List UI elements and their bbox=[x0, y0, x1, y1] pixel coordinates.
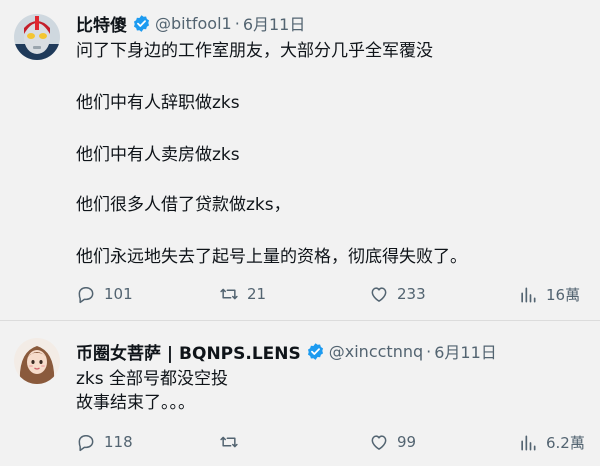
tweet-text-line: 他们中有人辞职做zks bbox=[76, 93, 240, 113]
like-count: 99 bbox=[397, 433, 417, 451]
verified-badge-icon bbox=[307, 342, 323, 360]
avatar[interactable] bbox=[14, 338, 60, 384]
tweet-date[interactable]: 6月11日 bbox=[243, 11, 306, 35]
like-button[interactable]: 99 bbox=[369, 432, 416, 452]
display-name[interactable]: 比特傻 bbox=[76, 11, 127, 36]
tweet-date[interactable]: 6月11日 bbox=[434, 339, 497, 363]
like-button[interactable]: 233 bbox=[369, 284, 426, 304]
reply-icon bbox=[78, 287, 94, 304]
reply-count: 118 bbox=[104, 433, 133, 451]
reply-button[interactable]: 101 bbox=[76, 284, 133, 304]
retweet-button[interactable]: 21 bbox=[219, 284, 266, 304]
cartoon-girl-avatar-icon bbox=[14, 338, 60, 384]
tweet-divider bbox=[0, 320, 600, 321]
avatar[interactable] bbox=[14, 14, 60, 60]
bar-chart-icon bbox=[521, 287, 536, 302]
bar-chart-icon bbox=[521, 435, 536, 450]
view-count: 6.2萬 bbox=[546, 434, 585, 452]
tweet[interactable]: 比特傻 @bitfool1 · 6月11日 问了下身边的工作室朋友，大部分几乎全… bbox=[0, 0, 600, 318]
view-count: 16萬 bbox=[546, 286, 581, 304]
display-name[interactable]: 币圈女菩萨 | BQNPS.LENS bbox=[76, 339, 301, 364]
retweet-count: 21 bbox=[247, 285, 267, 303]
heart-icon bbox=[371, 435, 387, 450]
views-button[interactable]: 16萬 bbox=[518, 284, 580, 305]
dot-separator: · bbox=[234, 13, 240, 33]
reply-count: 101 bbox=[104, 285, 133, 303]
heart-icon bbox=[371, 287, 387, 302]
tweet[interactable]: 币圈女菩萨 | BQNPS.LENS @xincctnnq · 6月11日 zk… bbox=[0, 324, 600, 466]
reply-button[interactable]: 118 bbox=[76, 432, 133, 452]
action-bar: 118 99 6.2萬 bbox=[76, 432, 586, 456]
tweet-text-line: 他们永远地失去了起号上量的资格，彻底得失败了。 bbox=[76, 247, 467, 267]
verified-badge-icon bbox=[133, 14, 150, 32]
like-count: 233 bbox=[397, 285, 426, 303]
dot-separator: · bbox=[426, 341, 432, 361]
retweet-icon bbox=[220, 288, 238, 300]
views-button[interactable]: 6.2萬 bbox=[518, 432, 585, 453]
tweet-text-line: 他们很多人借了贷款做zks， bbox=[76, 195, 291, 215]
tweet-text-line: 故事结束了。。。 bbox=[76, 393, 195, 413]
tweet-text-line: 他们中有人卖房做zks bbox=[76, 145, 240, 165]
retweet-icon bbox=[220, 436, 238, 448]
user-handle[interactable]: @bitfool1 bbox=[155, 14, 232, 33]
retweet-button[interactable] bbox=[219, 432, 247, 452]
superhero-avatar-icon bbox=[14, 14, 60, 60]
tweet-text-line: zks 全部号都没空投 bbox=[76, 369, 229, 389]
tweet-text-line: 问了下身边的工作室朋友，大部分几乎全军覆没 bbox=[76, 41, 433, 61]
reply-icon bbox=[78, 435, 94, 452]
user-handle[interactable]: @xincctnnq bbox=[329, 342, 423, 361]
action-bar: 101 21 233 16萬 bbox=[76, 284, 586, 308]
